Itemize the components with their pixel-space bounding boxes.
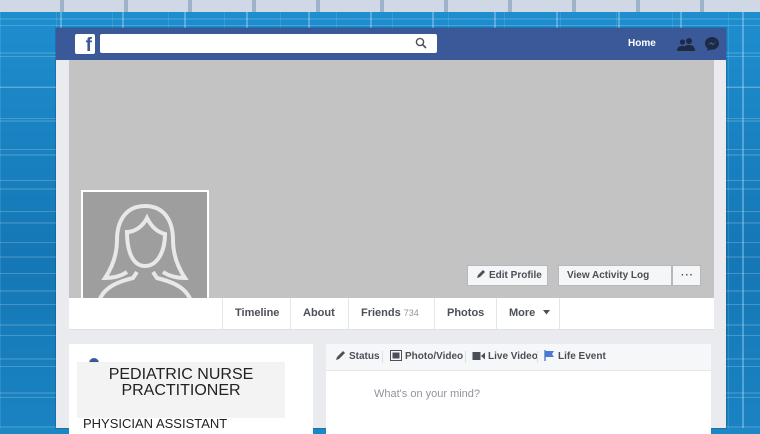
live-video-tab[interactable]: Live Video <box>472 344 538 370</box>
facebook-logo[interactable]: f <box>75 34 95 54</box>
tab-photos[interactable]: Photos <box>434 298 496 329</box>
video-camera-icon <box>472 352 485 360</box>
life-event-label: Life Event <box>558 351 606 362</box>
tab-label: Friends <box>361 307 401 319</box>
divider <box>537 351 538 363</box>
facebook-profile-window: f Home Edit Profile View Activity Log ··… <box>56 28 726 434</box>
pencil-icon <box>477 270 485 278</box>
composer-tab-bar: Status Photo/Video Live Video Life Event <box>326 344 711 371</box>
tab-timeline[interactable]: Timeline <box>222 298 290 329</box>
tab-label: About <box>303 307 335 319</box>
tab-friends[interactable]: Friends 734 <box>348 298 434 329</box>
friend-requests-icon[interactable] <box>677 37 695 51</box>
job-subtitle: PHYSICIAN ASSISTANT <box>83 416 228 431</box>
tab-label: Timeline <box>235 307 280 319</box>
tab-more[interactable]: More <box>496 298 560 329</box>
photo-video-label: Photo/Video <box>405 351 464 362</box>
caret-down-icon <box>543 310 551 315</box>
job-title-label: PEDIATRIC NURSE PRACTITIONER <box>77 362 285 418</box>
flag-icon <box>544 350 554 361</box>
top-navbar: f Home <box>56 28 726 60</box>
messenger-icon[interactable] <box>704 36 720 52</box>
home-link[interactable]: Home <box>628 38 656 49</box>
edit-profile-button[interactable]: Edit Profile <box>467 265 548 286</box>
search-input[interactable] <box>100 34 437 53</box>
edit-profile-label: Edit Profile <box>489 270 542 281</box>
status-tab[interactable]: Status <box>335 344 380 370</box>
job-title-line1: PEDIATRIC NURSE <box>108 366 254 383</box>
more-options-button[interactable]: ··· <box>672 265 701 286</box>
view-activity-log-button[interactable]: View Activity Log <box>558 265 672 286</box>
photo-icon <box>390 350 402 361</box>
status-label: Status <box>349 351 380 362</box>
intro-card: PEDIATRIC NURSE PRACTITIONER PHYSICIAN A… <box>69 344 313 434</box>
post-composer: Status Photo/Video Live Video Life Event… <box>326 344 711 434</box>
status-input[interactable]: What's on your mind? <box>374 388 480 400</box>
tab-about[interactable]: About <box>290 298 348 329</box>
divider <box>465 351 466 363</box>
pencil-icon <box>336 351 345 360</box>
divider <box>382 351 383 363</box>
tab-label: Photos <box>447 307 485 319</box>
background-strip <box>0 0 760 12</box>
friends-count: 734 <box>403 308 419 318</box>
life-event-tab[interactable]: Life Event <box>544 344 606 370</box>
job-title-line2: PRACTITIONER <box>121 382 241 399</box>
search-icon[interactable] <box>415 37 427 49</box>
tab-label: More <box>509 307 536 319</box>
live-video-label: Live Video <box>488 351 538 362</box>
profile-tab-bar: Timeline About Friends 734 Photos More <box>69 298 714 330</box>
photo-video-tab[interactable]: Photo/Video <box>390 344 463 370</box>
